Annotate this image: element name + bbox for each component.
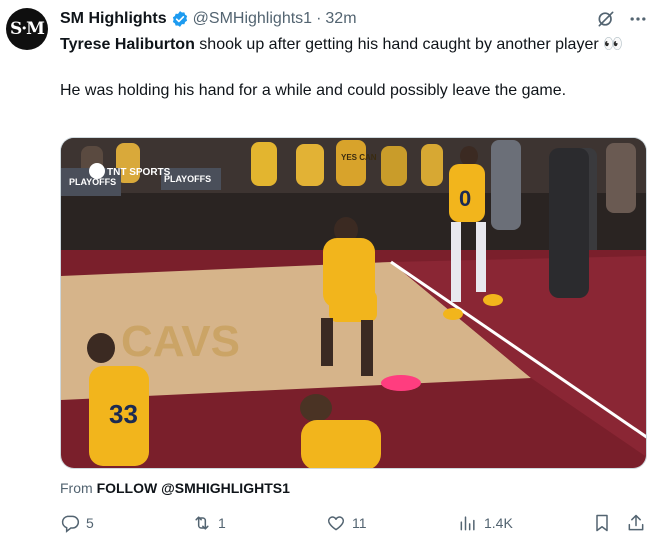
timestamp[interactable]: 32m [325, 10, 356, 28]
grok-icon[interactable] [596, 9, 616, 29]
display-name[interactable]: SM Highlights [60, 10, 167, 28]
mentioned-player: Tyrese Haliburton [60, 36, 195, 53]
share-button[interactable] [626, 510, 646, 536]
repost-count: 1 [218, 515, 226, 531]
avatar[interactable]: S·M [6, 8, 48, 50]
broadcaster-logo-icon [89, 163, 105, 179]
like-button[interactable]: 11 [326, 510, 367, 536]
from-prefix: From [60, 480, 97, 496]
post-text-line1-rest: shook up after getting his hand caught b… [194, 36, 624, 53]
post-text-line2: He was holding his hand for a while and … [60, 82, 567, 99]
crowd-shirt-text: YES CAN [341, 153, 377, 162]
jersey-number-0: 0 [459, 186, 471, 211]
bookmark-icon [596, 514, 608, 532]
bookmark-button[interactable] [592, 510, 612, 536]
broadcaster-label: TNT SPORTS [107, 167, 171, 178]
repost-icon [195, 516, 209, 530]
handle[interactable]: @SMHighlights1 [193, 10, 312, 28]
like-count: 11 [352, 515, 367, 531]
signage-right: PLAYOFFS [164, 174, 211, 184]
more-icon[interactable] [628, 9, 648, 29]
court-logo-text: CAVS [121, 317, 240, 366]
views-icon [460, 516, 475, 531]
from-line: From FOLLOW @SMHIGHLIGHTS1 [60, 480, 290, 496]
reply-icon [61, 515, 80, 533]
verified-icon [172, 11, 187, 27]
from-target-link[interactable]: FOLLOW @SMHIGHLIGHTS1 [97, 480, 290, 496]
signage-left: PLAYOFFS [69, 177, 116, 187]
media-image: PLAYOFFS PLAYOFFS YES CAN TNT SPORTS CAV… [61, 138, 646, 468]
views-count: 1.4K [484, 515, 513, 531]
jersey-number-33: 33 [109, 399, 138, 429]
share-icon [628, 514, 644, 531]
post-header: SM Highlights @SMHighlights1 · 32m [60, 8, 648, 30]
reply-button[interactable]: 5 [60, 510, 94, 536]
separator-dot: · [316, 10, 322, 27]
reply-count: 5 [86, 515, 94, 531]
avatar-text: S·M [9, 19, 45, 39]
referee [549, 148, 589, 298]
post-text: Tyrese Haliburton shook up after getting… [60, 33, 640, 102]
like-icon [327, 516, 345, 531]
views-button[interactable]: 1.4K [458, 510, 513, 536]
action-bar: 5 1 11 1.4K [60, 510, 650, 536]
repost-button[interactable]: 1 [192, 510, 226, 536]
post-text-line1: Tyrese Haliburton shook up after getting… [60, 33, 640, 56]
post-media[interactable]: PLAYOFFS PLAYOFFS YES CAN TNT SPORTS CAV… [60, 137, 647, 469]
